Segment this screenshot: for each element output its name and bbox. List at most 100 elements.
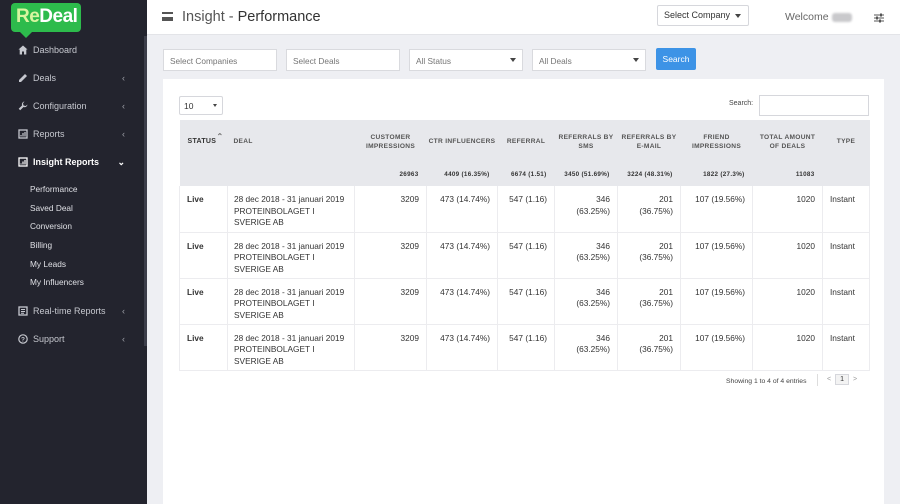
help-icon: ? (17, 333, 28, 344)
table-row[interactable]: Live 28 dec 2018 - 31 januari 2019 PROTE… (179, 186, 870, 233)
company-select-value: Select Company (664, 10, 731, 20)
pager-divider (817, 374, 818, 386)
page-button[interactable]: 1 (835, 374, 849, 385)
page-length-select[interactable]: 10 (179, 96, 223, 115)
column-header[interactable]: CTR INFLUENCERS (426, 120, 498, 164)
column-header[interactable]: REFERRAL (497, 120, 555, 164)
status-select-value: All Status (416, 56, 452, 66)
search-button[interactable]: Search (656, 48, 696, 70)
sidebar-item-dashboard[interactable]: Dashboard (0, 36, 147, 64)
submenu-item-my-leads[interactable]: My Leads (0, 254, 147, 273)
status-cell: Live (179, 186, 228, 233)
sidebar-item-reports[interactable]: Reports ‹ (0, 120, 147, 148)
chevron-down-icon: ⌄ (117, 157, 125, 167)
total-deals-cell: 1020 (752, 324, 823, 371)
submenu-item-billing[interactable]: Billing (0, 236, 147, 255)
column-header[interactable]: DEAL (227, 120, 355, 164)
column-header[interactable]: CUSTOMER IMPRESSIONS (354, 120, 427, 164)
column-header[interactable]: REFERRALS BY E-MAIL (617, 120, 681, 164)
column-header[interactable]: TYPE (822, 120, 870, 164)
total-deals-cell: 1020 (752, 232, 823, 279)
referral-cell: 547 (1.16) (497, 324, 555, 371)
sidebar-nav-lower: Real-time Reports ‹ ? Support ‹ (0, 297, 147, 353)
customer-impressions-cell: 3209 (354, 186, 427, 233)
insight-submenu: Performance Saved Deal Conversion Billin… (0, 180, 147, 297)
customer-impressions-cell: 3209 (354, 324, 427, 371)
next-page-button[interactable]: > (853, 376, 857, 383)
sidebar-item-configuration[interactable]: Configuration ‹ (0, 92, 147, 120)
caret-down-icon (735, 14, 741, 18)
logo-deal: Deal (39, 6, 78, 27)
column-header[interactable]: FRIEND IMPRESSIONS (680, 120, 753, 164)
sliders-icon[interactable] (873, 11, 885, 29)
pagination: < 1 > (827, 374, 857, 385)
welcome-label: Welcome (785, 11, 829, 23)
status-select[interactable]: All Status (409, 49, 523, 71)
sidebar-item-label: Reports (33, 129, 65, 139)
status-cell: Live (179, 232, 228, 279)
submenu-item-my-influencers[interactable]: My Influencers (0, 273, 147, 292)
caret-down-icon (633, 58, 639, 62)
deals-filter-placeholder: Select Deals (293, 56, 340, 66)
deals-select[interactable]: All Deals (532, 49, 646, 71)
totals-cell (179, 164, 228, 186)
totals-cell: 4409 (16.35%) (426, 164, 498, 186)
prev-page-button[interactable]: < (827, 376, 831, 383)
realtime-icon (17, 305, 28, 316)
logo-text: ReDeal (16, 6, 78, 28)
table-row[interactable]: Live 28 dec 2018 - 31 januari 2019 PROTE… (179, 232, 870, 279)
submenu-item-conversion[interactable]: Conversion (0, 217, 147, 236)
type-cell: Instant (822, 232, 870, 279)
column-header[interactable]: STATUS ⌃ (179, 120, 228, 164)
sidebar-nav: Dashboard Deals ‹ Configuration ‹ Report… (0, 36, 147, 176)
table-search-input[interactable] (759, 95, 869, 116)
table-row[interactable]: Live 28 dec 2018 - 31 januari 2019 PROTE… (179, 324, 870, 371)
totals-cell: 11083 (752, 164, 823, 186)
column-header[interactable]: TOTAL AMOUNT OF DEALS (752, 120, 823, 164)
totals-cell: 3450 (51.69%) (554, 164, 618, 186)
chevron-left-icon: ‹ (122, 305, 125, 316)
menu-icon[interactable] (162, 12, 173, 21)
column-header[interactable]: REFERRALS BY SMS (554, 120, 618, 164)
column-header-label: STATUS (187, 138, 217, 146)
logo-re: Re (16, 6, 40, 27)
sidebar-item-support[interactable]: ? Support ‹ (0, 325, 147, 353)
status-cell: Live (179, 278, 228, 325)
deal-cell: 28 dec 2018 - 31 januari 2019 PROTEINBOL… (227, 232, 355, 279)
referrals-sms-cell: 346 (63.25%) (554, 324, 618, 371)
ctr-influencers-cell: 473 (14.74%) (426, 232, 498, 279)
company-select[interactable]: Select Company (657, 5, 749, 26)
page-title-prefix: Insight - (182, 9, 238, 25)
referral-cell: 547 (1.16) (497, 186, 555, 233)
sidebar-scrollbar[interactable] (144, 36, 147, 346)
svg-text:?: ? (21, 336, 25, 343)
chevron-left-icon: ‹ (122, 101, 125, 111)
referral-cell: 547 (1.16) (497, 278, 555, 325)
page-title-main: Performance (237, 9, 321, 25)
totals-cell: 1822 (27.3%) (680, 164, 753, 186)
chevron-left-icon: ‹ (122, 333, 125, 344)
referrals-sms-cell: 346 (63.25%) (554, 232, 618, 279)
sidebar-item-label: Dashboard (33, 45, 78, 55)
referrals-email-cell: 201 (36.75%) (617, 278, 681, 325)
table-row[interactable]: Live 28 dec 2018 - 31 januari 2019 PROTE… (179, 278, 870, 325)
deals-select-value: All Deals (539, 56, 572, 66)
referrals-email-cell: 201 (36.75%) (617, 232, 681, 279)
deal-cell: 28 dec 2018 - 31 januari 2019 PROTEINBOL… (227, 278, 355, 325)
type-cell: Instant (822, 186, 870, 233)
sidebar-item-insight-reports[interactable]: Insight Reports ⌄ (0, 148, 147, 176)
submenu-item-performance[interactable]: Performance (0, 180, 147, 199)
companies-filter[interactable]: Select Companies (163, 49, 277, 71)
sidebar-item-deals[interactable]: Deals ‹ (0, 64, 147, 92)
logo[interactable]: ReDeal (11, 3, 81, 38)
total-deals-cell: 1020 (752, 186, 823, 233)
welcome-text: Welcome (785, 11, 852, 23)
submenu-item-saved-deal[interactable]: Saved Deal (0, 199, 147, 218)
table-info: Showing 1 to 4 of 4 entries (726, 378, 807, 385)
totals-cell: 6674 (1.51) (497, 164, 555, 186)
insight-icon (17, 157, 28, 168)
top-header: Insight - Performance Select Company Wel… (147, 0, 900, 35)
sidebar-item-realtime-reports[interactable]: Real-time Reports ‹ (0, 297, 147, 325)
deals-filter[interactable]: Select Deals (286, 49, 400, 71)
ctr-influencers-cell: 473 (14.74%) (426, 186, 498, 233)
